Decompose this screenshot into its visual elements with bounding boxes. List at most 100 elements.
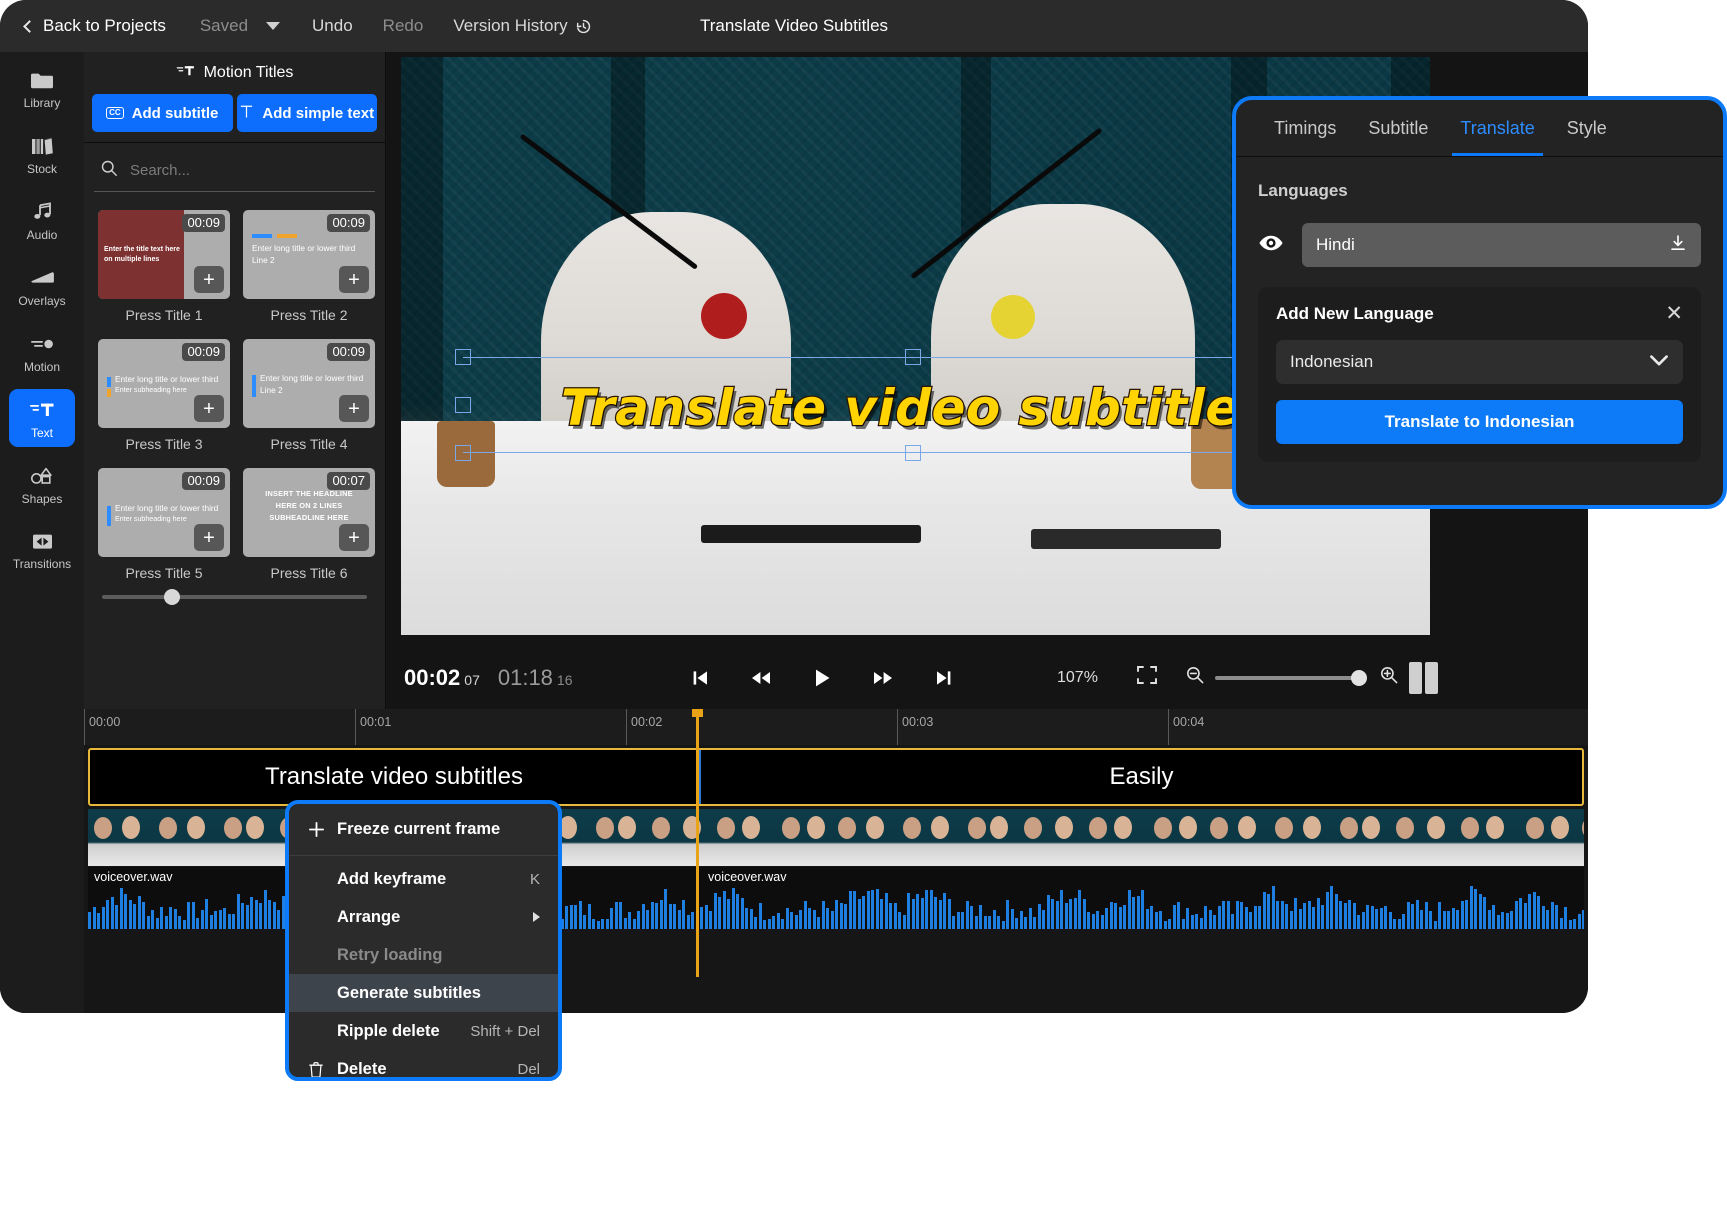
play-icon[interactable] — [809, 666, 835, 690]
selection-handle[interactable] — [455, 349, 471, 365]
subtitle-clip[interactable]: Easily — [701, 750, 1582, 804]
close-icon[interactable]: ✕ — [1665, 303, 1683, 324]
zoom-slider[interactable] — [1215, 676, 1365, 680]
playhead-handle[interactable] — [692, 709, 703, 717]
skip-end-icon[interactable] — [931, 666, 957, 690]
waveform-bar — [718, 897, 721, 929]
title-thumbnail[interactable]: INSERT THE HEADLINE HERE ON 2 LINES SUBH… — [243, 468, 375, 557]
add-simple-text-button[interactable]: Add simple text — [237, 94, 378, 132]
subtitle-track[interactable]: Translate video subtitles Easily — [88, 748, 1584, 806]
add-subtitle-button[interactable]: CC Add subtitle — [92, 94, 233, 132]
add-title-icon[interactable]: + — [339, 266, 369, 293]
fit-to-screen-icon[interactable] — [1135, 664, 1159, 691]
menu-item-arrange[interactable]: Arrange — [289, 898, 558, 936]
waveform-bar — [1267, 894, 1270, 929]
fast-forward-icon[interactable] — [870, 666, 896, 690]
translate-to-language-button[interactable]: Translate to Indonesian — [1276, 400, 1683, 444]
waveform-bar — [948, 899, 951, 929]
zoom-in-icon[interactable] — [1379, 665, 1399, 690]
menu-item-delete[interactable]: Delete Del — [289, 1050, 558, 1081]
waveform-bar — [1461, 901, 1464, 929]
sidebar-item-overlays[interactable]: Overlays — [9, 258, 75, 316]
duration-badge: 00:09 — [182, 214, 225, 232]
title-template-4[interactable]: Enter long title or lower third Line 2 0… — [243, 339, 375, 452]
tab-style[interactable]: Style — [1551, 100, 1623, 156]
selection-handle[interactable] — [455, 445, 471, 461]
waveform-bar — [1231, 914, 1234, 929]
split-view-icon[interactable] — [1409, 662, 1438, 694]
sidebar-item-library[interactable]: Library — [9, 60, 75, 118]
timeline-rail-spacer — [0, 709, 84, 1013]
version-history-button[interactable]: Version History — [453, 16, 591, 36]
waveform-bar — [1173, 905, 1176, 929]
chevron-left-icon — [23, 20, 36, 33]
tab-timings[interactable]: Timings — [1258, 100, 1352, 156]
search-bar[interactable] — [94, 153, 375, 192]
audio-clip-label: voiceover.wav — [94, 870, 173, 884]
add-title-icon[interactable]: + — [194, 266, 224, 293]
subtitle-clip[interactable]: Translate video subtitles — [90, 750, 698, 804]
waveform-bar — [219, 910, 222, 929]
waveform-bar — [1353, 903, 1356, 929]
timeline: 00:00 00:01 00:02 00:03 00:04 Translate … — [0, 709, 1588, 1013]
new-language-select[interactable]: Indonesian — [1276, 340, 1683, 384]
waveform-bar — [1159, 911, 1162, 929]
timeline-ruler[interactable]: 00:00 00:01 00:02 00:03 00:04 — [84, 709, 1588, 745]
chevron-down-icon[interactable] — [1649, 352, 1669, 372]
title-template-6[interactable]: INSERT THE HEADLINE HERE ON 2 LINES SUBH… — [243, 468, 375, 581]
sidebar-item-text[interactable]: Text — [9, 389, 75, 447]
add-title-icon[interactable]: + — [194, 524, 224, 551]
title-name: Press Title 4 — [243, 436, 375, 452]
waveform-bar — [588, 904, 591, 929]
menu-item-ripple-delete[interactable]: Ripple delete Shift + Del — [289, 1012, 558, 1050]
slider-track[interactable] — [102, 595, 367, 599]
total-timecode: 01:1816 — [498, 665, 573, 691]
title-template-2[interactable]: Enter long title or lower third Line 2 0… — [243, 210, 375, 323]
title-thumbnail[interactable]: Enter long title or lower third Line 2 0… — [243, 210, 375, 299]
zoom-out-icon[interactable] — [1185, 665, 1205, 690]
title-template-3[interactable]: Enter long title or lower third Enter su… — [98, 339, 230, 452]
zoom-slider-knob[interactable] — [1351, 670, 1367, 686]
selection-handle[interactable] — [905, 445, 921, 461]
title-template-5[interactable]: Enter long title or lower third Enter su… — [98, 468, 230, 581]
title-thumbnail[interactable]: Enter long title or lower third Line 2 0… — [243, 339, 375, 428]
title-thumbnail[interactable]: Enter the title text here on multiple li… — [98, 210, 230, 299]
sidebar-item-transitions[interactable]: Transitions — [9, 521, 75, 579]
skip-start-icon[interactable] — [687, 666, 713, 690]
thumbnail-size-slider[interactable] — [84, 581, 385, 599]
title-template-1[interactable]: Enter the title text here on multiple li… — [98, 210, 230, 323]
redo-button[interactable]: Redo — [383, 16, 424, 36]
video-thumbnail-frame — [770, 809, 832, 866]
selection-handle[interactable] — [905, 349, 921, 365]
sidebar-label-overlays: Overlays — [18, 295, 65, 307]
eye-icon[interactable] — [1258, 234, 1284, 257]
chevron-down-icon[interactable] — [266, 22, 280, 30]
add-title-icon[interactable]: + — [194, 395, 224, 422]
sidebar-item-stock[interactable]: Stock — [9, 126, 75, 184]
tab-translate[interactable]: Translate — [1444, 100, 1550, 156]
sidebar-item-shapes[interactable]: Shapes — [9, 455, 75, 513]
overlay-icon — [29, 266, 55, 290]
sidebar-item-audio[interactable]: Audio — [9, 192, 75, 250]
add-title-icon[interactable]: + — [339, 395, 369, 422]
waveform-bar — [1101, 915, 1104, 929]
title-thumbnail[interactable]: Enter long title or lower third Enter su… — [98, 468, 230, 557]
menu-item-generate-subtitles[interactable]: Generate subtitles — [289, 974, 558, 1012]
menu-item-add-keyframe[interactable]: Add keyframe K — [289, 860, 558, 898]
rewind-icon[interactable] — [748, 666, 774, 690]
current-language-field[interactable]: Hindi — [1302, 223, 1701, 267]
playhead[interactable] — [696, 709, 699, 977]
waveform-bar — [106, 900, 109, 929]
sidebar-item-motion[interactable]: Motion — [9, 323, 75, 381]
video-thumbnail-frame — [708, 809, 770, 866]
tab-subtitle[interactable]: Subtitle — [1352, 100, 1444, 156]
title-thumbnail[interactable]: Enter long title or lower third Enter su… — [98, 339, 230, 428]
slider-knob[interactable] — [164, 589, 180, 605]
undo-button[interactable]: Undo — [312, 16, 353, 36]
waveform-bar — [727, 899, 730, 929]
back-to-projects-button[interactable]: Back to Projects — [25, 16, 166, 36]
add-title-icon[interactable]: + — [339, 524, 369, 551]
download-icon[interactable] — [1669, 234, 1687, 257]
search-input[interactable] — [130, 162, 371, 179]
menu-item-freeze-current-frame[interactable]: Freeze current frame — [289, 807, 558, 851]
